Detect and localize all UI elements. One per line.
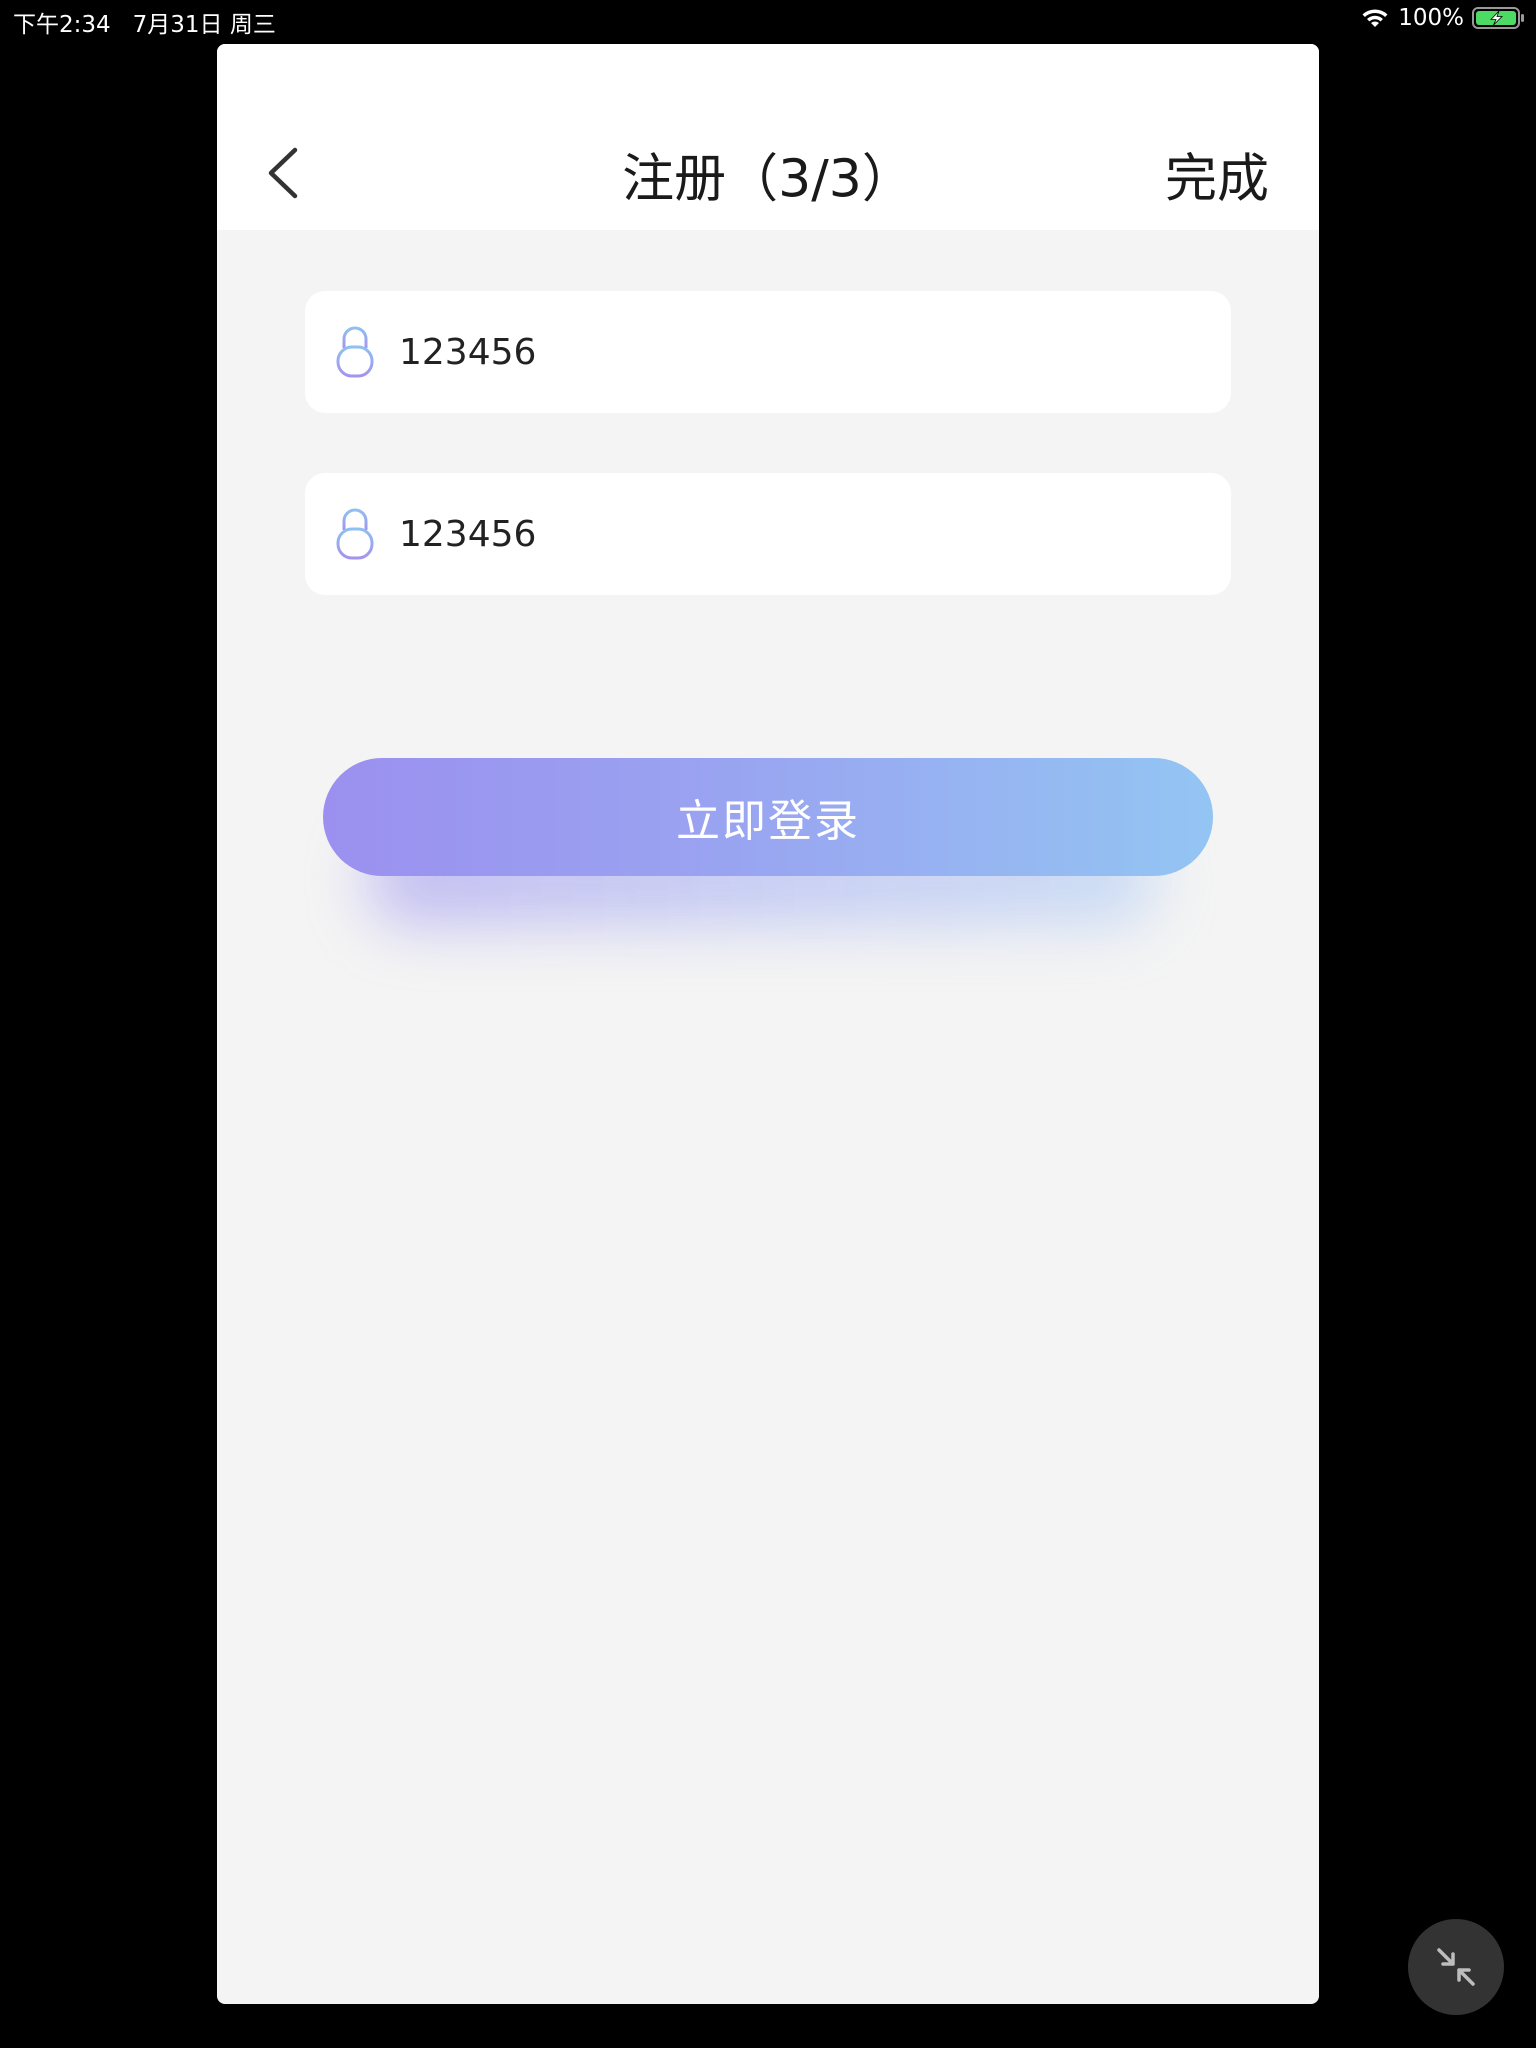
password-input[interactable] — [399, 317, 1199, 387]
back-button[interactable] — [257, 140, 313, 204]
status-left: 下午2:34 7月31日 周三 — [13, 5, 276, 39]
lock-icon — [336, 508, 374, 560]
chevron-left-icon — [268, 147, 298, 199]
login-button[interactable]: 立即登录 — [323, 758, 1213, 876]
battery-charging-icon — [1472, 7, 1524, 29]
password-field[interactable] — [305, 291, 1231, 413]
confirm-password-input[interactable] — [399, 499, 1199, 569]
wifi-icon — [1362, 9, 1388, 27]
screen: 下午2:34 7月31日 周三 100% 注册（3/3） 完成 123456 1… — [0, 0, 1536, 2048]
collapse-arrows-icon — [1437, 1948, 1475, 1986]
status-right: 100% — [1360, 5, 1526, 31]
status-bar: 下午2:34 7月31日 周三 100% — [0, 0, 1536, 38]
confirm-password-field[interactable] — [305, 473, 1231, 595]
battery-percent: 100% — [1398, 5, 1464, 31]
status-time: 下午2:34 — [13, 12, 111, 38]
done-button[interactable]: 完成 — [1165, 137, 1269, 212]
page-title: 注册（3/3） — [622, 149, 914, 210]
lock-icon — [336, 326, 374, 378]
collapse-button[interactable] — [1408, 1919, 1504, 2015]
app-window: 注册（3/3） 完成 123456 123456 立即登录 — [217, 44, 1319, 2004]
status-date: 7月31日 周三 — [132, 12, 276, 38]
nav-bar: 注册（3/3） 完成 — [217, 44, 1319, 230]
